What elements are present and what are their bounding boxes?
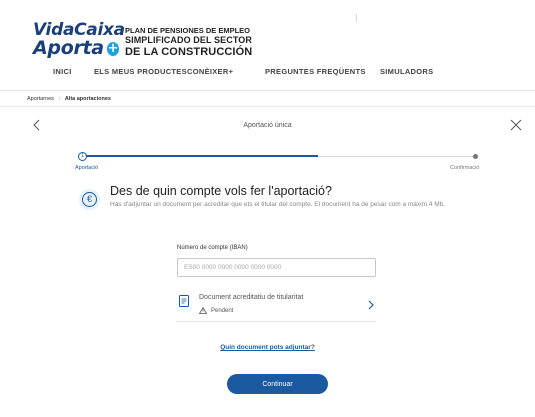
nav-item-preguntes-frequents[interactable]: PREGUNTES FREQÜENTS xyxy=(265,67,366,76)
step-2-label: Confirmació xyxy=(450,165,480,171)
site-header: VidaCaixa Aporta + PLAN DE PENSIONES DE … xyxy=(0,0,535,88)
continue-button[interactable]: Continuar xyxy=(227,374,328,394)
nav-divider xyxy=(0,90,535,91)
plan-name-line-2: SIMPLIFICADO DEL SECTOR xyxy=(125,35,252,45)
header-divider xyxy=(356,14,357,22)
logo-line-2-text: Aporta xyxy=(33,37,104,59)
breadcrumb-separator-icon: › xyxy=(58,96,61,102)
vidacaixa-aporta-logo[interactable]: VidaCaixa Aporta + xyxy=(33,22,125,58)
breadcrumb-divider xyxy=(0,106,535,107)
breadcrumb-item-current: Alta aportaciones xyxy=(64,96,111,102)
plus-icon: + xyxy=(106,40,119,56)
main-nav: INICI ELS MEUS PRODUCTES CONÈIXER+ PREGU… xyxy=(0,67,535,85)
plan-name-line-3: DE LA CONSTRUCCIÓN xyxy=(125,46,253,58)
chevron-right-icon xyxy=(368,300,374,310)
plan-name-line-1: PLAN DE PENSIONES DE EMPLEO xyxy=(125,26,251,35)
step-1-label: Aportació xyxy=(75,165,99,171)
nav-item-simuladors[interactable]: SIMULADORS xyxy=(380,67,433,76)
warning-icon xyxy=(199,307,207,314)
document-upload-row[interactable]: Document acreditatiu de titularitat Pend… xyxy=(176,290,376,322)
plan-name: PLAN DE PENSIONES DE EMPLEO SIMPLIFICADO… xyxy=(125,26,275,59)
iban-label: Número de compte (IBAN) xyxy=(177,245,248,251)
step-2-marker xyxy=(473,154,478,159)
page-title: Aportació única xyxy=(243,122,292,129)
progress-stepper: 1 Aportació Confirmació xyxy=(75,152,480,176)
question-title: Des de quin compte vols fer l'aportació? xyxy=(110,184,332,198)
close-icon[interactable] xyxy=(510,119,522,131)
nav-item-coneixer[interactable]: CONÈIXER+ xyxy=(187,67,233,76)
document-title: Document acreditatiu de titularitat xyxy=(199,294,304,301)
question-description: Has d'adjuntar un document per acreditar… xyxy=(110,201,446,208)
document-status-label: Pendent xyxy=(211,307,234,314)
nav-item-els-meus-productes[interactable]: ELS MEUS PRODUCTES xyxy=(94,67,187,76)
document-status: Pendent xyxy=(199,307,233,314)
nav-item-inici[interactable]: INICI xyxy=(53,67,72,76)
step-1-marker: 1 xyxy=(78,152,87,161)
document-icon xyxy=(179,295,189,307)
stepper-progress-fill xyxy=(82,155,318,157)
logo-line-2: Aporta + xyxy=(33,39,119,58)
euro-icon: € xyxy=(79,189,100,210)
euro-icon-glyph: € xyxy=(82,192,97,207)
breadcrumb: Aportarnes › Alta aportaciones xyxy=(27,96,111,102)
breadcrumb-item-aportarnes[interactable]: Aportarnes xyxy=(27,96,54,102)
help-document-link[interactable]: Quin document pots adjuntar? xyxy=(0,344,535,351)
iban-input[interactable] xyxy=(177,258,376,277)
